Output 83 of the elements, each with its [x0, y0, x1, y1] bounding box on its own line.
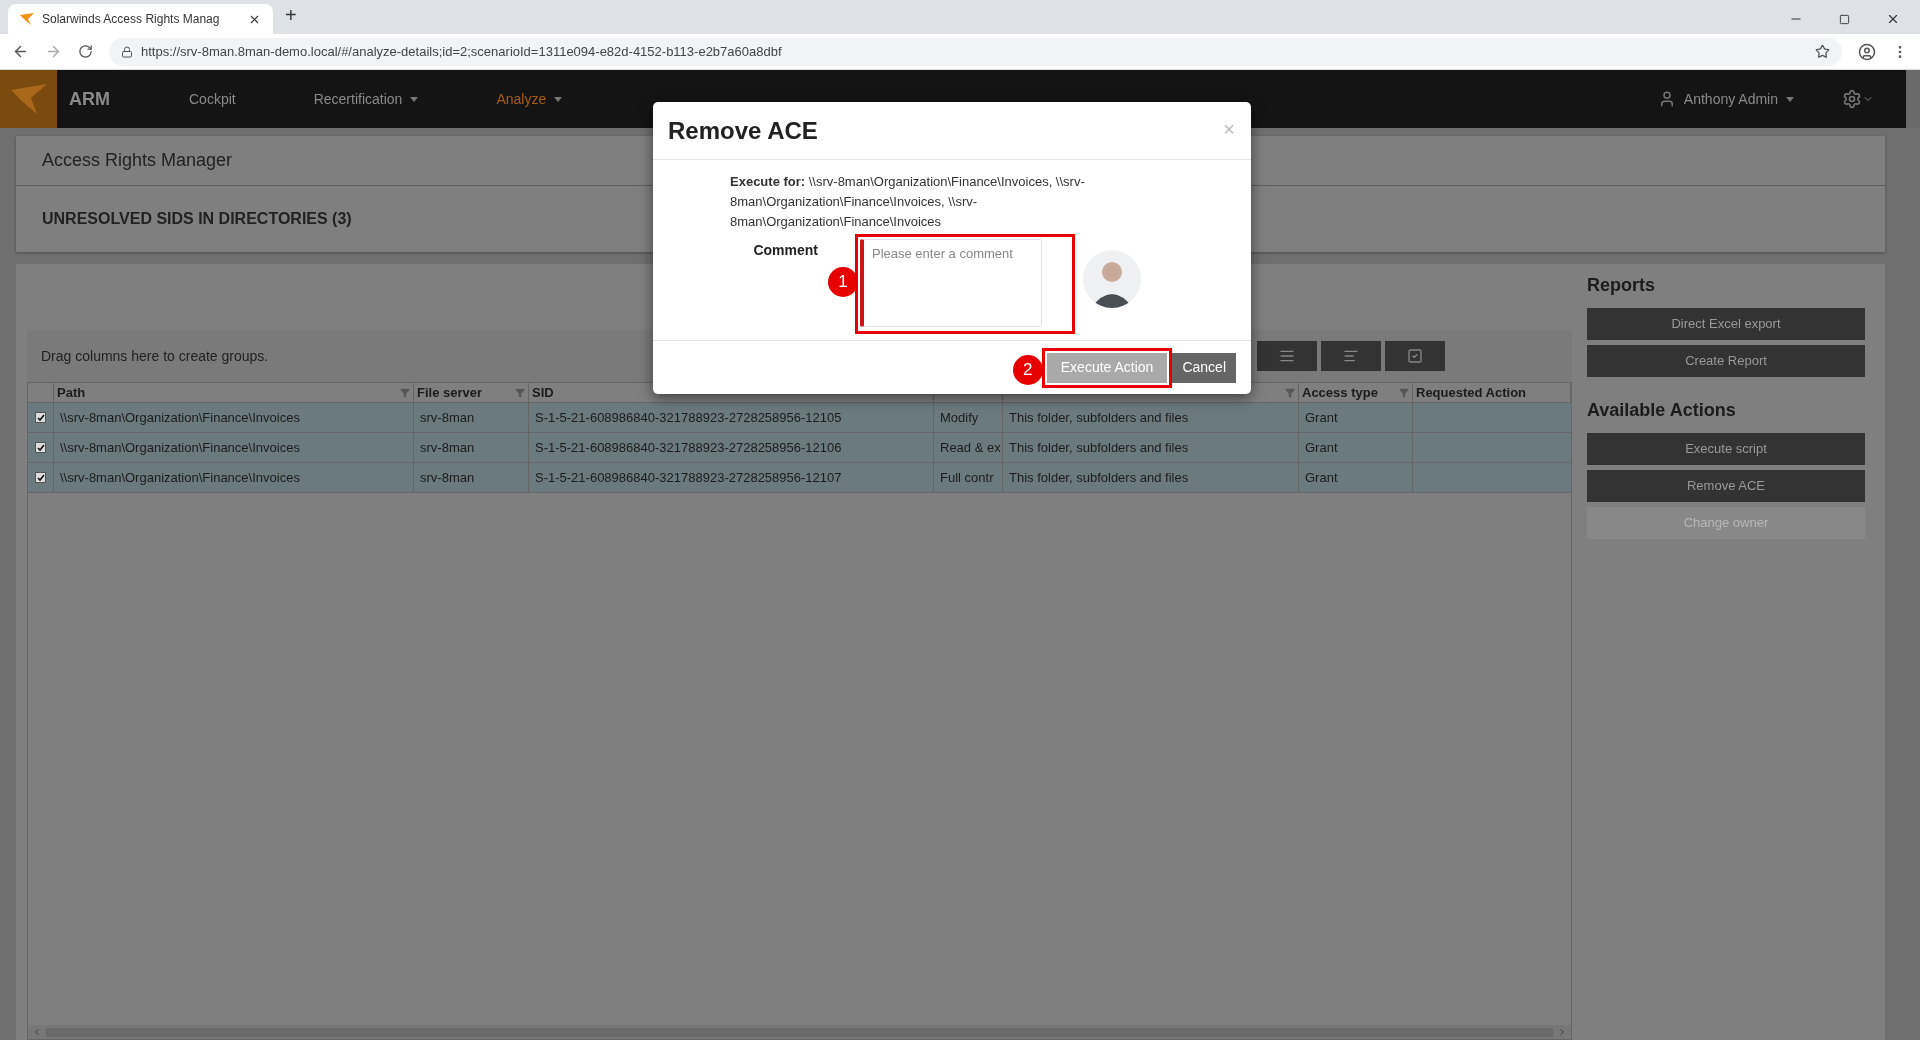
nav-link[interactable]: Recertification: [313, 88, 419, 110]
table-cell: S-1-5-21-608986840-321788923-2728258956-12107: [529, 463, 934, 492]
comment-field[interactable]: Please enter a comment: [860, 239, 1042, 327]
table-cell: srv-8man: [414, 463, 529, 492]
section-title: UNRESOLVED SIDS IN DIRECTORIES (3): [42, 209, 352, 229]
align-button[interactable]: [1321, 341, 1381, 371]
section-heading: Reports: [1587, 274, 1656, 297]
table-cell: This folder, subfolders and files: [1003, 463, 1299, 492]
row-checkbox[interactable]: [35, 472, 46, 483]
new-tab-button[interactable]: +: [285, 0, 297, 30]
filter-icon[interactable]: [1399, 387, 1409, 398]
action-button[interactable]: Execute script: [1587, 433, 1865, 465]
checkbox-icon: [1407, 348, 1423, 364]
table-cell: S-1-5-21-608986840-321788923-2728258956-12106: [529, 433, 934, 462]
back-icon[interactable]: [12, 43, 29, 60]
column-header[interactable]: File server: [414, 383, 529, 402]
column-header[interactable]: Path: [54, 383, 414, 402]
table-cell: S-1-5-21-608986840-321788923-2728258956-12105: [529, 403, 934, 432]
settings-icon: [1842, 89, 1862, 109]
callout-number: 1: [828, 267, 858, 297]
table-cell: Grant: [1299, 433, 1413, 462]
column-header[interactable]: Access type: [1299, 383, 1413, 402]
row-checkbox[interactable]: [35, 442, 46, 453]
column-header[interactable]: Requested Action: [1413, 383, 1571, 402]
scroll-right-icon[interactable]: [1557, 1027, 1567, 1037]
horizontal-scrollbar[interactable]: [28, 1025, 1571, 1039]
vertical-scrollbar[interactable]: [1906, 70, 1920, 128]
page-title: Access Rights Manager: [42, 149, 233, 172]
url-text: https://srv-8man.8man-demo.local/#/analyze-details;id=2;scenarioId=1311e094-e82d-4152-b113-e2b7a60a8dbf: [141, 42, 782, 61]
section-heading: Available Actions: [1587, 399, 1737, 422]
select-button[interactable]: [1385, 341, 1445, 371]
table-cell: Grant: [1299, 403, 1413, 432]
tab-title: Solarwinds Access Rights Manag: [42, 11, 221, 28]
row-checkbox[interactable]: [35, 412, 46, 423]
list-icon: [1279, 348, 1295, 364]
table-cell: This folder, subfolders and files: [1003, 433, 1299, 462]
logo-icon: [10, 84, 47, 114]
logo-icon: [20, 13, 34, 25]
check-icon: [36, 443, 45, 452]
comment-label: Comment: [752, 241, 818, 260]
forward-icon[interactable]: [45, 43, 62, 60]
execute-action-button[interactable]: Execute Action: [1046, 352, 1168, 383]
table-cell: srv-8man: [414, 403, 529, 432]
maximize-icon[interactable]: [1839, 13, 1850, 25]
close-icon[interactable]: [1886, 12, 1900, 26]
align-icon: [1343, 348, 1359, 364]
check-icon: [36, 413, 45, 422]
caret-icon: [1786, 96, 1794, 102]
brand-name: ARM: [69, 87, 111, 111]
cancel-button[interactable]: Cancel: [1172, 352, 1236, 383]
callout-number: 2: [1012, 354, 1043, 385]
filter-icon[interactable]: [515, 387, 525, 398]
table-cell: Full contr: [934, 463, 1003, 492]
table-cell: Read & ex: [934, 433, 1003, 462]
table-cell: srv-8man: [414, 433, 529, 462]
nav-link[interactable]: Cockpit: [189, 88, 236, 110]
dialog-title: Remove ACE: [668, 115, 818, 146]
filter-icon[interactable]: [1285, 387, 1295, 398]
profile-icon[interactable]: [1858, 42, 1876, 61]
table-cell: \\srv-8man\Organization\Finance\Invoices: [54, 463, 414, 492]
execute-for-text: Execute for: \\srv-8man\Organization\Finance\Invoices, \\srv-8man\Organization\Finance\Invoices, \\srv-8man\Organization\Finance\Invoices: [730, 173, 1086, 231]
settings-menu[interactable]: [1842, 89, 1874, 109]
table-cell: Modify: [934, 403, 1003, 432]
user-menu[interactable]: Anthony Admin: [1683, 88, 1794, 110]
lock-icon: [121, 45, 133, 58]
table-cell: Grant: [1299, 463, 1413, 492]
action-button[interactable]: Remove ACE: [1587, 470, 1865, 502]
table-cell: \\srv-8man\Organization\Finance\Invoices: [54, 403, 414, 432]
table-cell: This folder, subfolders and files: [1003, 403, 1299, 432]
scroll-left-icon[interactable]: [32, 1027, 42, 1037]
filter-icon[interactable]: [400, 387, 410, 398]
address-bar[interactable]: https://srv-8man.8man-demo.local/#/analyze-details;id=2;scenarioId=1311e094-e82d-4152-b113-e2b7a60a8dbf: [109, 37, 1842, 66]
logo-tile[interactable]: [0, 70, 57, 128]
action-button[interactable]: Create Report: [1587, 345, 1865, 377]
reload-icon[interactable]: [78, 44, 93, 59]
action-button[interactable]: Direct Excel export: [1587, 308, 1865, 340]
list-view-button[interactable]: [1257, 341, 1317, 371]
group-hint: Drag columns here to create groups.: [41, 346, 269, 366]
table-cell: \\srv-8man\Organization\Finance\Invoices: [54, 433, 414, 462]
check-icon: [36, 473, 45, 482]
browser-tab[interactable]: Solarwinds Access Rights Manag: [8, 4, 273, 34]
star-icon[interactable]: [1815, 44, 1830, 59]
nav-link[interactable]: Analyze: [496, 88, 563, 110]
